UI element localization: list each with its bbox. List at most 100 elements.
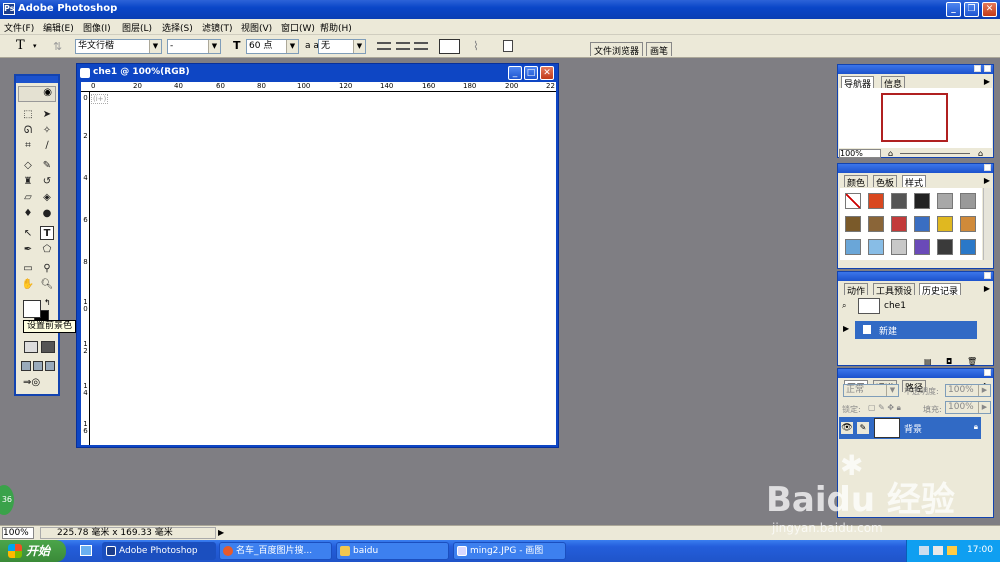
notes-tool-icon[interactable]: ▭	[21, 262, 35, 276]
lock-icons[interactable]: ▢ ✎ ✥ 🔒︎	[868, 403, 901, 413]
status-badge[interactable]: 36	[0, 485, 14, 515]
close-button[interactable]: ✕	[982, 2, 997, 17]
task-photoshop[interactable]: Adobe Photoshop	[102, 542, 216, 560]
style-swatch[interactable]	[937, 216, 953, 232]
align-center-icon[interactable]	[396, 42, 410, 50]
history-snapshot[interactable]: ⌕ che1	[839, 297, 978, 315]
style-swatch[interactable]	[960, 193, 976, 209]
task-folder[interactable]: baidu	[336, 542, 449, 560]
start-button[interactable]: 开始	[0, 540, 66, 562]
style-swatch[interactable]	[868, 239, 884, 255]
close-icon[interactable]	[984, 369, 991, 376]
menu-edit[interactable]: 编辑(E)	[43, 21, 74, 34]
marquee-tool-icon[interactable]: ⬚	[21, 108, 35, 122]
screen-mode-full-icon[interactable]	[45, 361, 55, 371]
tab-color[interactable]: 颜色	[844, 175, 869, 189]
zoom-field[interactable]: 100%	[2, 527, 34, 539]
layer-row[interactable]: 👁︎ ✎ 背景 🔒︎	[839, 417, 981, 439]
new-document-from-state-icon[interactable]: ▤	[924, 357, 932, 366]
doc-maximize-button[interactable]: □	[524, 66, 538, 80]
panel-menu-icon[interactable]: ▶	[984, 77, 990, 86]
scrollbar[interactable]	[983, 188, 992, 260]
style-swatch[interactable]	[845, 239, 861, 255]
network-icon[interactable]	[919, 546, 929, 555]
paint-bucket-tool-icon[interactable]: ◈	[40, 191, 54, 205]
panel-menu-icon[interactable]: ▶	[984, 176, 990, 185]
type-tool-icon[interactable]: T	[40, 226, 54, 240]
panel-header[interactable]	[838, 164, 993, 173]
eyedropper-tool-icon[interactable]: ⚲	[40, 262, 54, 276]
pen-tool-icon[interactable]: ✒	[21, 243, 35, 257]
chevron-down-icon[interactable]: ▾	[33, 42, 37, 50]
magic-wand-tool-icon[interactable]: ✧	[40, 124, 54, 138]
navigator-preview[interactable]	[839, 88, 992, 148]
close-icon[interactable]	[984, 272, 991, 279]
style-swatch[interactable]	[914, 216, 930, 232]
foreground-color-swatch[interactable]	[23, 300, 41, 318]
align-left-icon[interactable]	[377, 42, 391, 50]
zoom-tool-icon[interactable]: 🔍︎	[40, 278, 54, 292]
view-box[interactable]	[881, 93, 948, 142]
vertical-ruler[interactable]: 0 2 4 6 8 1 0 1 2 1 4 1 6	[81, 92, 90, 445]
style-swatch[interactable]	[891, 216, 907, 232]
new-snapshot-icon[interactable]: ◘	[946, 357, 952, 366]
screen-mode-full-menu-icon[interactable]	[33, 361, 43, 371]
volume-icon[interactable]	[933, 546, 943, 555]
menu-select[interactable]: 选择(S)	[162, 21, 193, 34]
menu-filter[interactable]: 滤镜(T)	[202, 21, 233, 34]
tab-swatches[interactable]: 色板	[873, 175, 898, 189]
blur-tool-icon[interactable]: ♦	[21, 207, 35, 221]
menu-layer[interactable]: 图层(L)	[122, 21, 152, 34]
history-brush-tool-icon[interactable]: ↺	[40, 175, 54, 189]
panel-menu-icon[interactable]: ▶	[984, 284, 990, 293]
tab-tool-presets[interactable]: 工具预设	[873, 283, 916, 297]
menu-window[interactable]: 窗口(W)	[281, 21, 315, 34]
style-swatch[interactable]	[868, 193, 884, 209]
crop-tool-icon[interactable]: ⌗	[21, 139, 35, 153]
panel-header[interactable]	[838, 65, 993, 74]
style-swatch[interactable]	[891, 193, 907, 209]
shield-icon[interactable]	[947, 546, 957, 555]
horizontal-ruler[interactable]: 0 20 40 60 80 100 120 140 160 180 200 22	[81, 82, 556, 92]
style-swatch[interactable]	[868, 216, 884, 232]
zoom-in-icon[interactable]: ⌂	[978, 149, 983, 158]
align-right-icon[interactable]	[414, 42, 428, 50]
history-state[interactable]: ▶ 新建	[843, 321, 977, 339]
font-style-select[interactable]: - ▼	[167, 39, 221, 54]
tab-actions[interactable]: 动作	[844, 283, 869, 297]
menu-image[interactable]: 图像(I)	[83, 21, 111, 34]
path-selection-tool-icon[interactable]: ↖	[21, 227, 35, 241]
brush-tool-icon[interactable]: ✎	[40, 159, 54, 173]
tab-history[interactable]: 历史记录	[919, 283, 962, 297]
style-swatch[interactable]	[845, 216, 861, 232]
font-size-select[interactable]: 60 点 ▼	[246, 39, 299, 54]
shape-tool-icon[interactable]: ⬠	[40, 243, 54, 257]
move-tool-icon[interactable]: ➤	[40, 108, 54, 122]
blend-mode-select[interactable]: 正常 ▼	[843, 384, 899, 397]
doc-minimize-button[interactable]: _	[508, 66, 522, 80]
task-browser[interactable]: 名车_百度图片搜...	[219, 542, 332, 560]
healing-brush-tool-icon[interactable]: ◇	[21, 159, 35, 173]
trash-icon[interactable]: 🗑︎	[967, 357, 977, 366]
restore-button[interactable]: ❐	[964, 2, 979, 17]
close-icon[interactable]	[984, 65, 991, 72]
style-swatch[interactable]	[937, 193, 953, 209]
minimize-icon[interactable]	[974, 65, 981, 72]
doc-close-button[interactable]: ✕	[540, 66, 554, 80]
antialias-select[interactable]: 无 ▼	[318, 39, 366, 54]
slice-tool-icon[interactable]: ∕	[40, 139, 54, 153]
tab-styles[interactable]: 样式	[902, 175, 927, 189]
dodge-tool-icon[interactable]: ●	[40, 207, 54, 221]
style-swatch[interactable]	[914, 193, 930, 209]
eraser-tool-icon[interactable]: ▱	[21, 191, 35, 205]
menu-file[interactable]: 文件(F)	[4, 21, 34, 34]
fill-field[interactable]: 100% ▶	[945, 401, 991, 414]
tab-navigator[interactable]: 导航器	[841, 76, 875, 90]
jump-to-imageready-icon[interactable]: ⇒◎	[23, 377, 53, 389]
style-swatch[interactable]	[914, 239, 930, 255]
brush-link-icon[interactable]: ✎	[857, 422, 869, 434]
style-swatch[interactable]	[845, 193, 861, 209]
style-swatch[interactable]	[960, 239, 976, 255]
opacity-field[interactable]: 100% ▶	[945, 384, 991, 397]
menu-help[interactable]: 帮助(H)	[320, 21, 352, 34]
